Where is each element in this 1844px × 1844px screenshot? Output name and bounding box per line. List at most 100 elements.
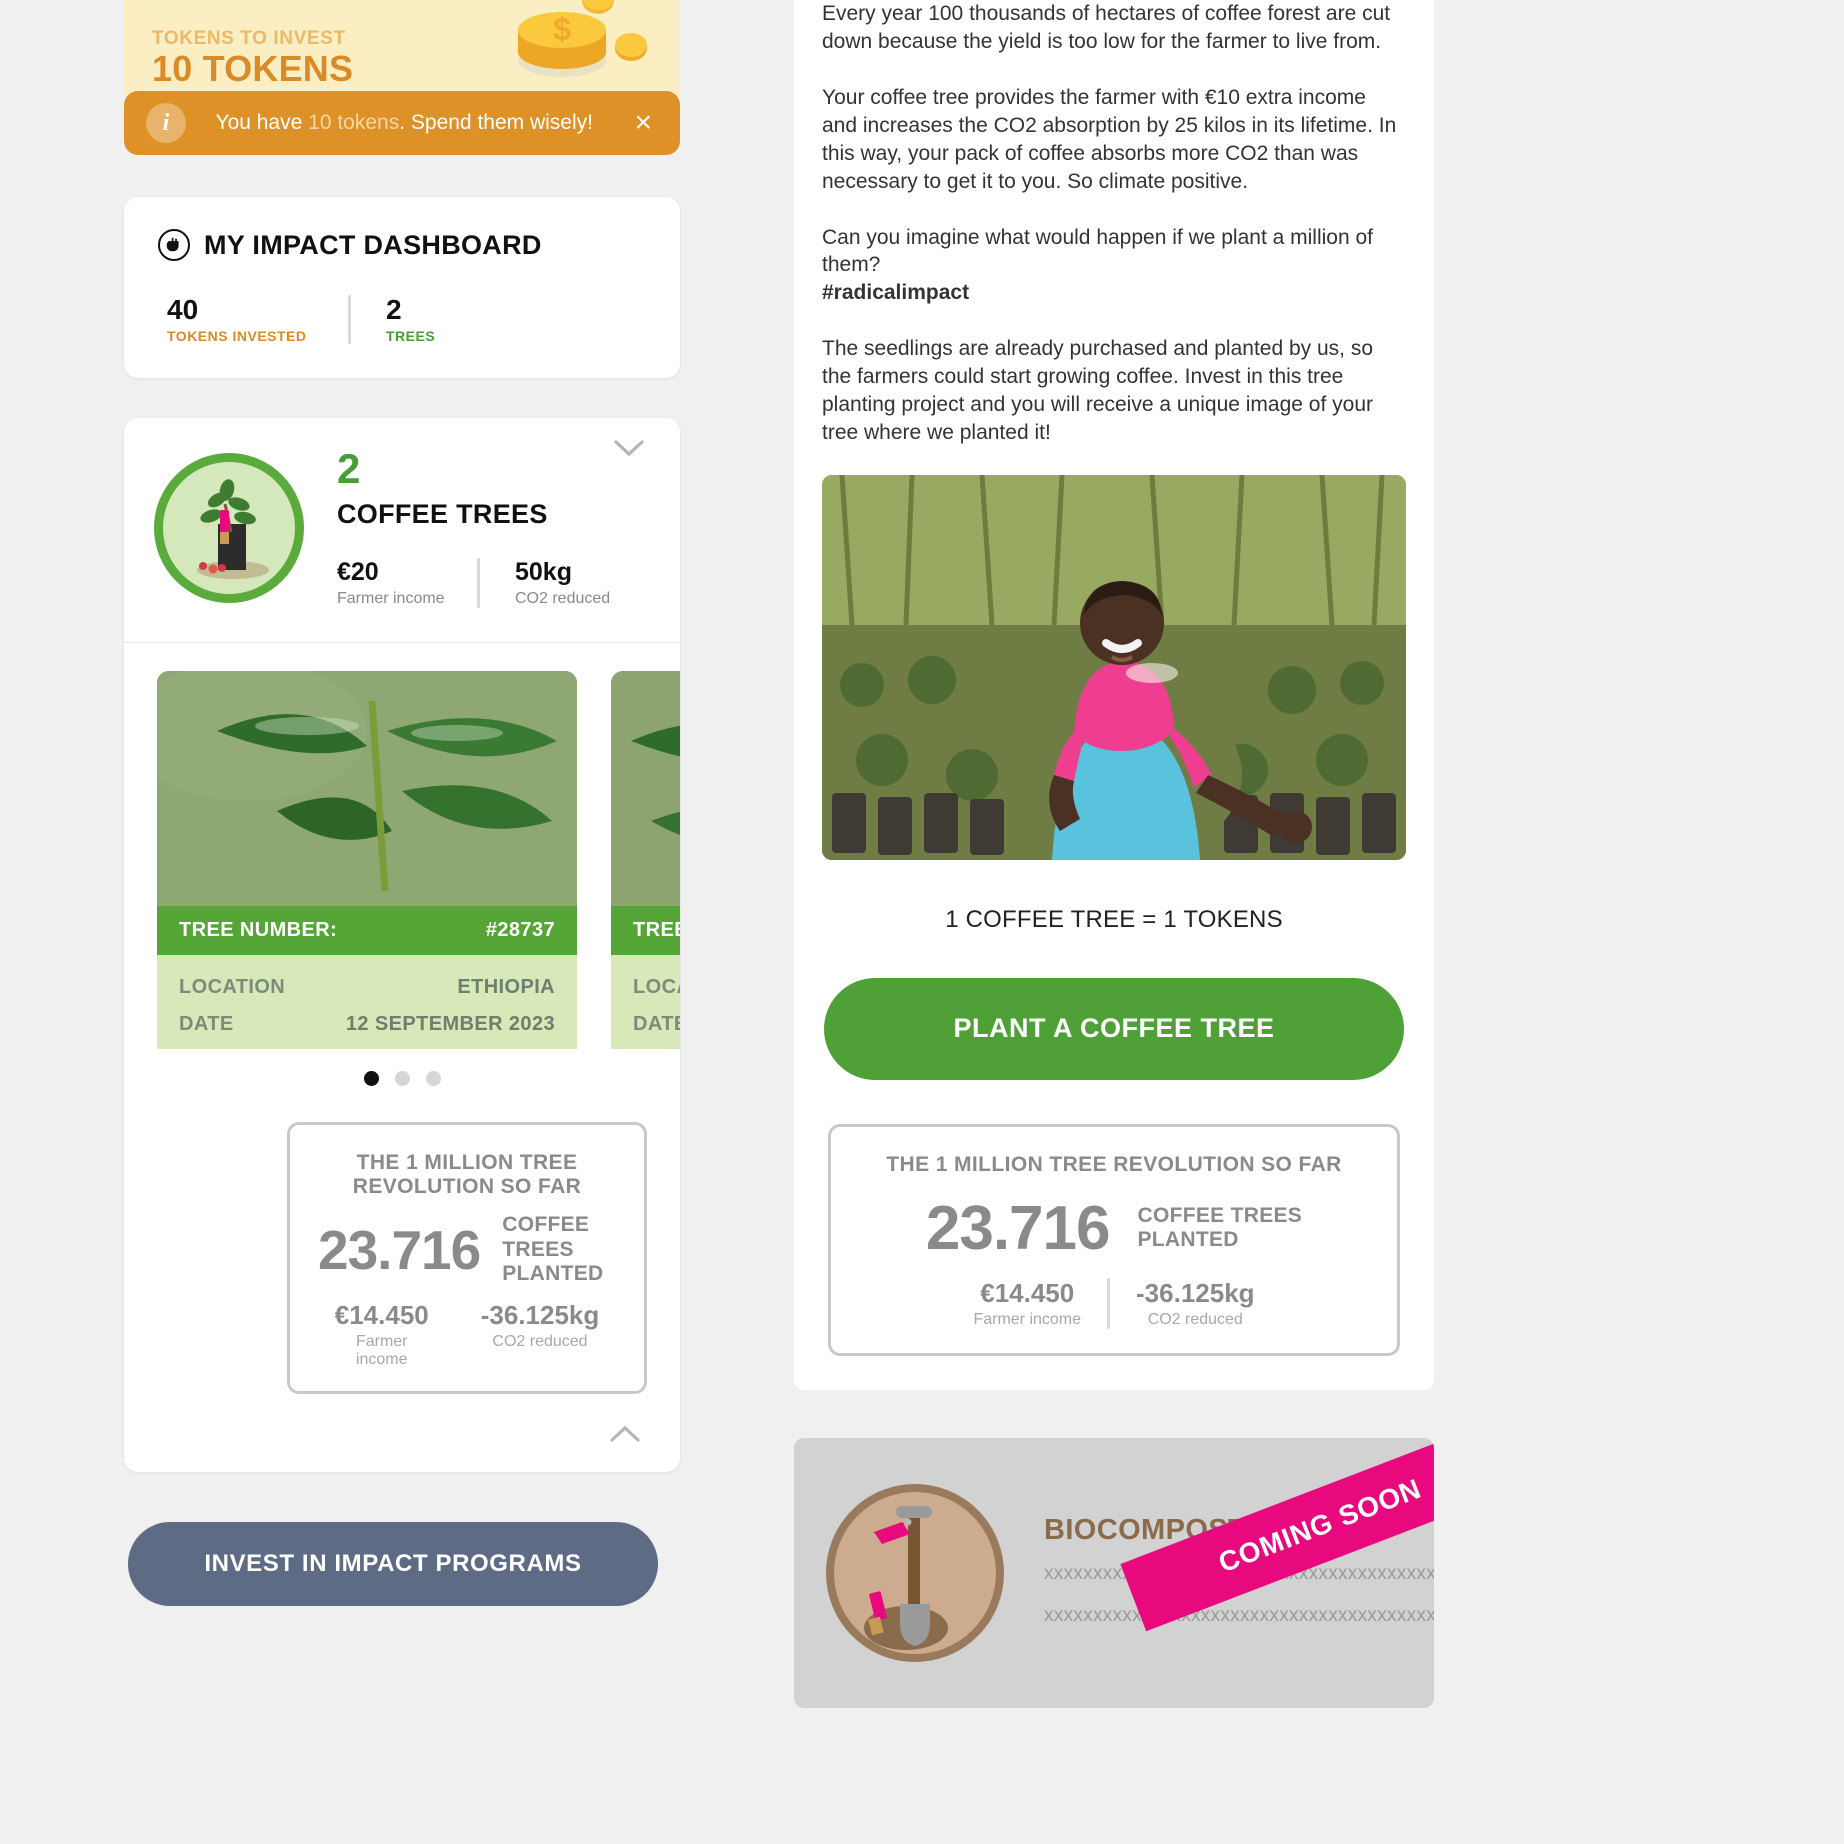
project-detail-card: Every year 100 thousands of hectares of … xyxy=(794,0,1434,1390)
tree-number-label: TREE NUMBER: xyxy=(179,919,338,942)
revolution-number: 23.716 xyxy=(925,1193,1111,1263)
coffee-trees-panel: 2 COFFEE TREES €20 Farmer income 50kg CO… xyxy=(124,418,680,1472)
stat-label: TREES xyxy=(386,328,436,345)
notice-prefix: You have xyxy=(215,111,309,134)
carousel-dot-2[interactable] xyxy=(394,1071,410,1087)
chevron-down-icon[interactable] xyxy=(614,440,644,457)
paragraph-impact: Your coffee tree provides the farmer wit… xyxy=(822,85,1397,193)
metric-label: Farmer income xyxy=(973,1310,1082,1328)
revolution-metric-farmer-income: €14.450 Farmer income xyxy=(309,1300,455,1369)
tree-cards-carousel[interactable]: TREE NUMBER: #28737 LOCATION ETHIOPIA DA… xyxy=(124,671,680,1050)
biocompost-card[interactable]: BIOCOMPOST xxxxxxxxxxxxxxxxxxxxxxxxxxxxx… xyxy=(794,1437,1434,1708)
coffee-trees-metrics: €20 Farmer income 50kg CO2 reduced xyxy=(337,558,620,609)
metric-label: CO2 reduced xyxy=(492,1332,588,1350)
plant-a-coffee-tree-button[interactable]: PLANT A COFFEE TREE xyxy=(824,977,1404,1080)
fist-icon xyxy=(158,229,190,261)
tokens-to-invest-value: 10 TOKENS xyxy=(152,48,354,89)
info-icon: i xyxy=(146,103,186,143)
collapse-panel-control[interactable] xyxy=(124,1394,680,1446)
revolution-box: THE 1 MILLION TREE REVOLUTION SO FAR 23.… xyxy=(287,1122,647,1394)
revolution-metric-co2: -36.125kg CO2 reduced xyxy=(1110,1278,1281,1329)
coffee-trees-count: 2 xyxy=(337,445,361,493)
dashboard-title: MY IMPACT DASHBOARD xyxy=(204,229,542,260)
app-page: TOKENS TO INVEST 10 TOKENS $ i You have … xyxy=(0,0,1844,1844)
stat-value: 2 xyxy=(386,294,402,325)
revolution-main: 23.716 COFFEE TREES PLANTED xyxy=(318,1213,616,1285)
date-label: DATE xyxy=(179,1013,234,1036)
metric-value: -36.125kg xyxy=(480,1299,600,1330)
metric-value: 50kg xyxy=(515,558,572,587)
tree-card[interactable]: TREE LOCA DATE xyxy=(611,671,680,1050)
invest-in-impact-programs-button[interactable]: INVEST IN IMPACT PROGRAMS xyxy=(128,1521,658,1606)
tokens-to-invest-label: TOKENS TO INVEST xyxy=(152,28,346,49)
metric-value: -36.125kg xyxy=(1136,1277,1255,1308)
stat-trees: 2 TREES xyxy=(351,294,541,345)
revolution-metric-farmer-income: €14.450 Farmer income xyxy=(947,1278,1107,1329)
tree-number-bar: TREE xyxy=(611,906,680,956)
revolution-title: THE 1 MILLION TREE REVOLUTION SO FAR xyxy=(352,1151,582,1199)
stat-value: 40 xyxy=(167,294,199,325)
location-value: ETHIOPIA xyxy=(457,976,555,999)
revolution-metric-co2: -36.125kg CO2 reduced xyxy=(455,1300,626,1369)
right-column: Every year 100 thousands of hectares of … xyxy=(794,0,1434,1708)
tokens-notice-bar: i You have 10 tokens. Spend them wisely!… xyxy=(124,91,680,155)
metric-value: €20 xyxy=(337,558,379,587)
stat-tokens-invested: 40 TOKENS INVESTED xyxy=(158,294,348,345)
coffee-trees-header: 2 COFFEE TREES €20 Farmer income 50kg CO… xyxy=(124,418,680,642)
revolution-metrics: €14.450 Farmer income -36.125kg CO2 redu… xyxy=(318,1300,616,1369)
revolution-box-right: THE 1 MILLION TREE REVOLUTION SO FAR 23.… xyxy=(828,1123,1400,1356)
location-label: LOCATION xyxy=(179,976,286,999)
coffee-trees-name: COFFEE TREES xyxy=(337,499,548,530)
dashboard-stats: 40 TOKENS INVESTED 2 TREES xyxy=(158,294,646,345)
tree-card-body: LOCATION ETHIOPIA DATE 12 SEPTEMBER 2023 xyxy=(157,955,577,1050)
metric-value: €14.450 xyxy=(334,1299,429,1330)
carousel-dot-3[interactable] xyxy=(425,1071,441,1087)
revolution-unit: COFFEE TREES PLANTED xyxy=(502,1213,616,1285)
location-label: LOCA xyxy=(633,976,680,999)
carousel-dots[interactable] xyxy=(124,1071,680,1087)
tree-photo xyxy=(611,671,680,907)
tree-number-bar: TREE NUMBER: #28737 xyxy=(157,906,577,956)
compost-shovel-icon xyxy=(826,1483,1004,1662)
biocompost-placeholder-line-2: xxxxxxxxxxxxxxxxxxxxxxxxxxxxxxxxxxxxxxxx… xyxy=(1044,1605,1434,1627)
paragraph-deforestation: Every year 100 thousands of hectares of … xyxy=(822,2,1391,53)
revolution-unit: COFFEE TREES PLANTED xyxy=(1138,1204,1303,1252)
left-column: TOKENS TO INVEST 10 TOKENS $ i You have … xyxy=(124,0,680,1606)
metric-label: CO2 reduced xyxy=(1147,1310,1243,1328)
farmer-photo xyxy=(822,474,1406,860)
impact-dashboard-card: MY IMPACT DASHBOARD 40 TOKENS INVESTED 2… xyxy=(124,197,680,379)
tree-token-equation: 1 COFFEE TREE = 1 TOKENS xyxy=(945,905,1283,933)
revolution-main: 23.716 COFFEE TREES PLANTED xyxy=(859,1193,1369,1264)
revolution-title: THE 1 MILLION TREE REVOLUTION SO FAR xyxy=(886,1152,1342,1176)
tree-date-row: DATE xyxy=(633,1006,680,1043)
tree-number-label: TREE xyxy=(633,919,680,942)
notice-suffix: . Spend them wisely! xyxy=(399,111,593,134)
tokens-notice-text: You have 10 tokens. Spend them wisely! xyxy=(186,111,634,135)
tree-card[interactable]: TREE NUMBER: #28737 LOCATION ETHIOPIA DA… xyxy=(157,671,577,1050)
metric-label: Farmer income xyxy=(355,1332,408,1368)
tokens-to-invest-card: TOKENS TO INVEST 10 TOKENS $ xyxy=(124,0,680,105)
tree-photo xyxy=(157,671,577,907)
coins-icon: $ xyxy=(490,0,650,103)
revolution-unit-line1: COFFEE TREES xyxy=(502,1213,590,1261)
date-label: DATE xyxy=(633,1013,680,1036)
revolution-unit-line2: PLANTED xyxy=(502,1261,604,1285)
metric-value: €14.450 xyxy=(980,1277,1075,1308)
imagine-text: Can you imagine what would happen if we … xyxy=(822,225,1373,277)
tree-card-body: LOCA DATE xyxy=(611,955,680,1050)
dashboard-header: MY IMPACT DASHBOARD xyxy=(158,229,646,261)
svg-text:$: $ xyxy=(553,11,571,47)
coffee-trees-info: 2 COFFEE TREES €20 Farmer income 50kg CO… xyxy=(337,445,620,609)
metric-co2-reduced: 50kg CO2 reduced xyxy=(480,558,620,608)
tree-location-row: LOCATION ETHIOPIA xyxy=(179,969,555,1006)
carousel-dot-1[interactable] xyxy=(363,1071,379,1087)
panel-divider xyxy=(124,642,680,644)
revolution-unit-line1: COFFEE TREES xyxy=(1137,1204,1303,1228)
revolution-number: 23.716 xyxy=(318,1218,481,1281)
chevron-up-icon xyxy=(610,1425,640,1442)
close-icon[interactable]: × xyxy=(634,108,652,138)
notice-highlight: 10 tokens xyxy=(308,111,400,134)
hashtag-radicalimpact: #radicalimpact xyxy=(822,281,970,305)
paragraph-imagine: Can you imagine what would happen if we … xyxy=(822,224,1406,308)
revolution-unit-line2: PLANTED xyxy=(1137,1228,1239,1252)
